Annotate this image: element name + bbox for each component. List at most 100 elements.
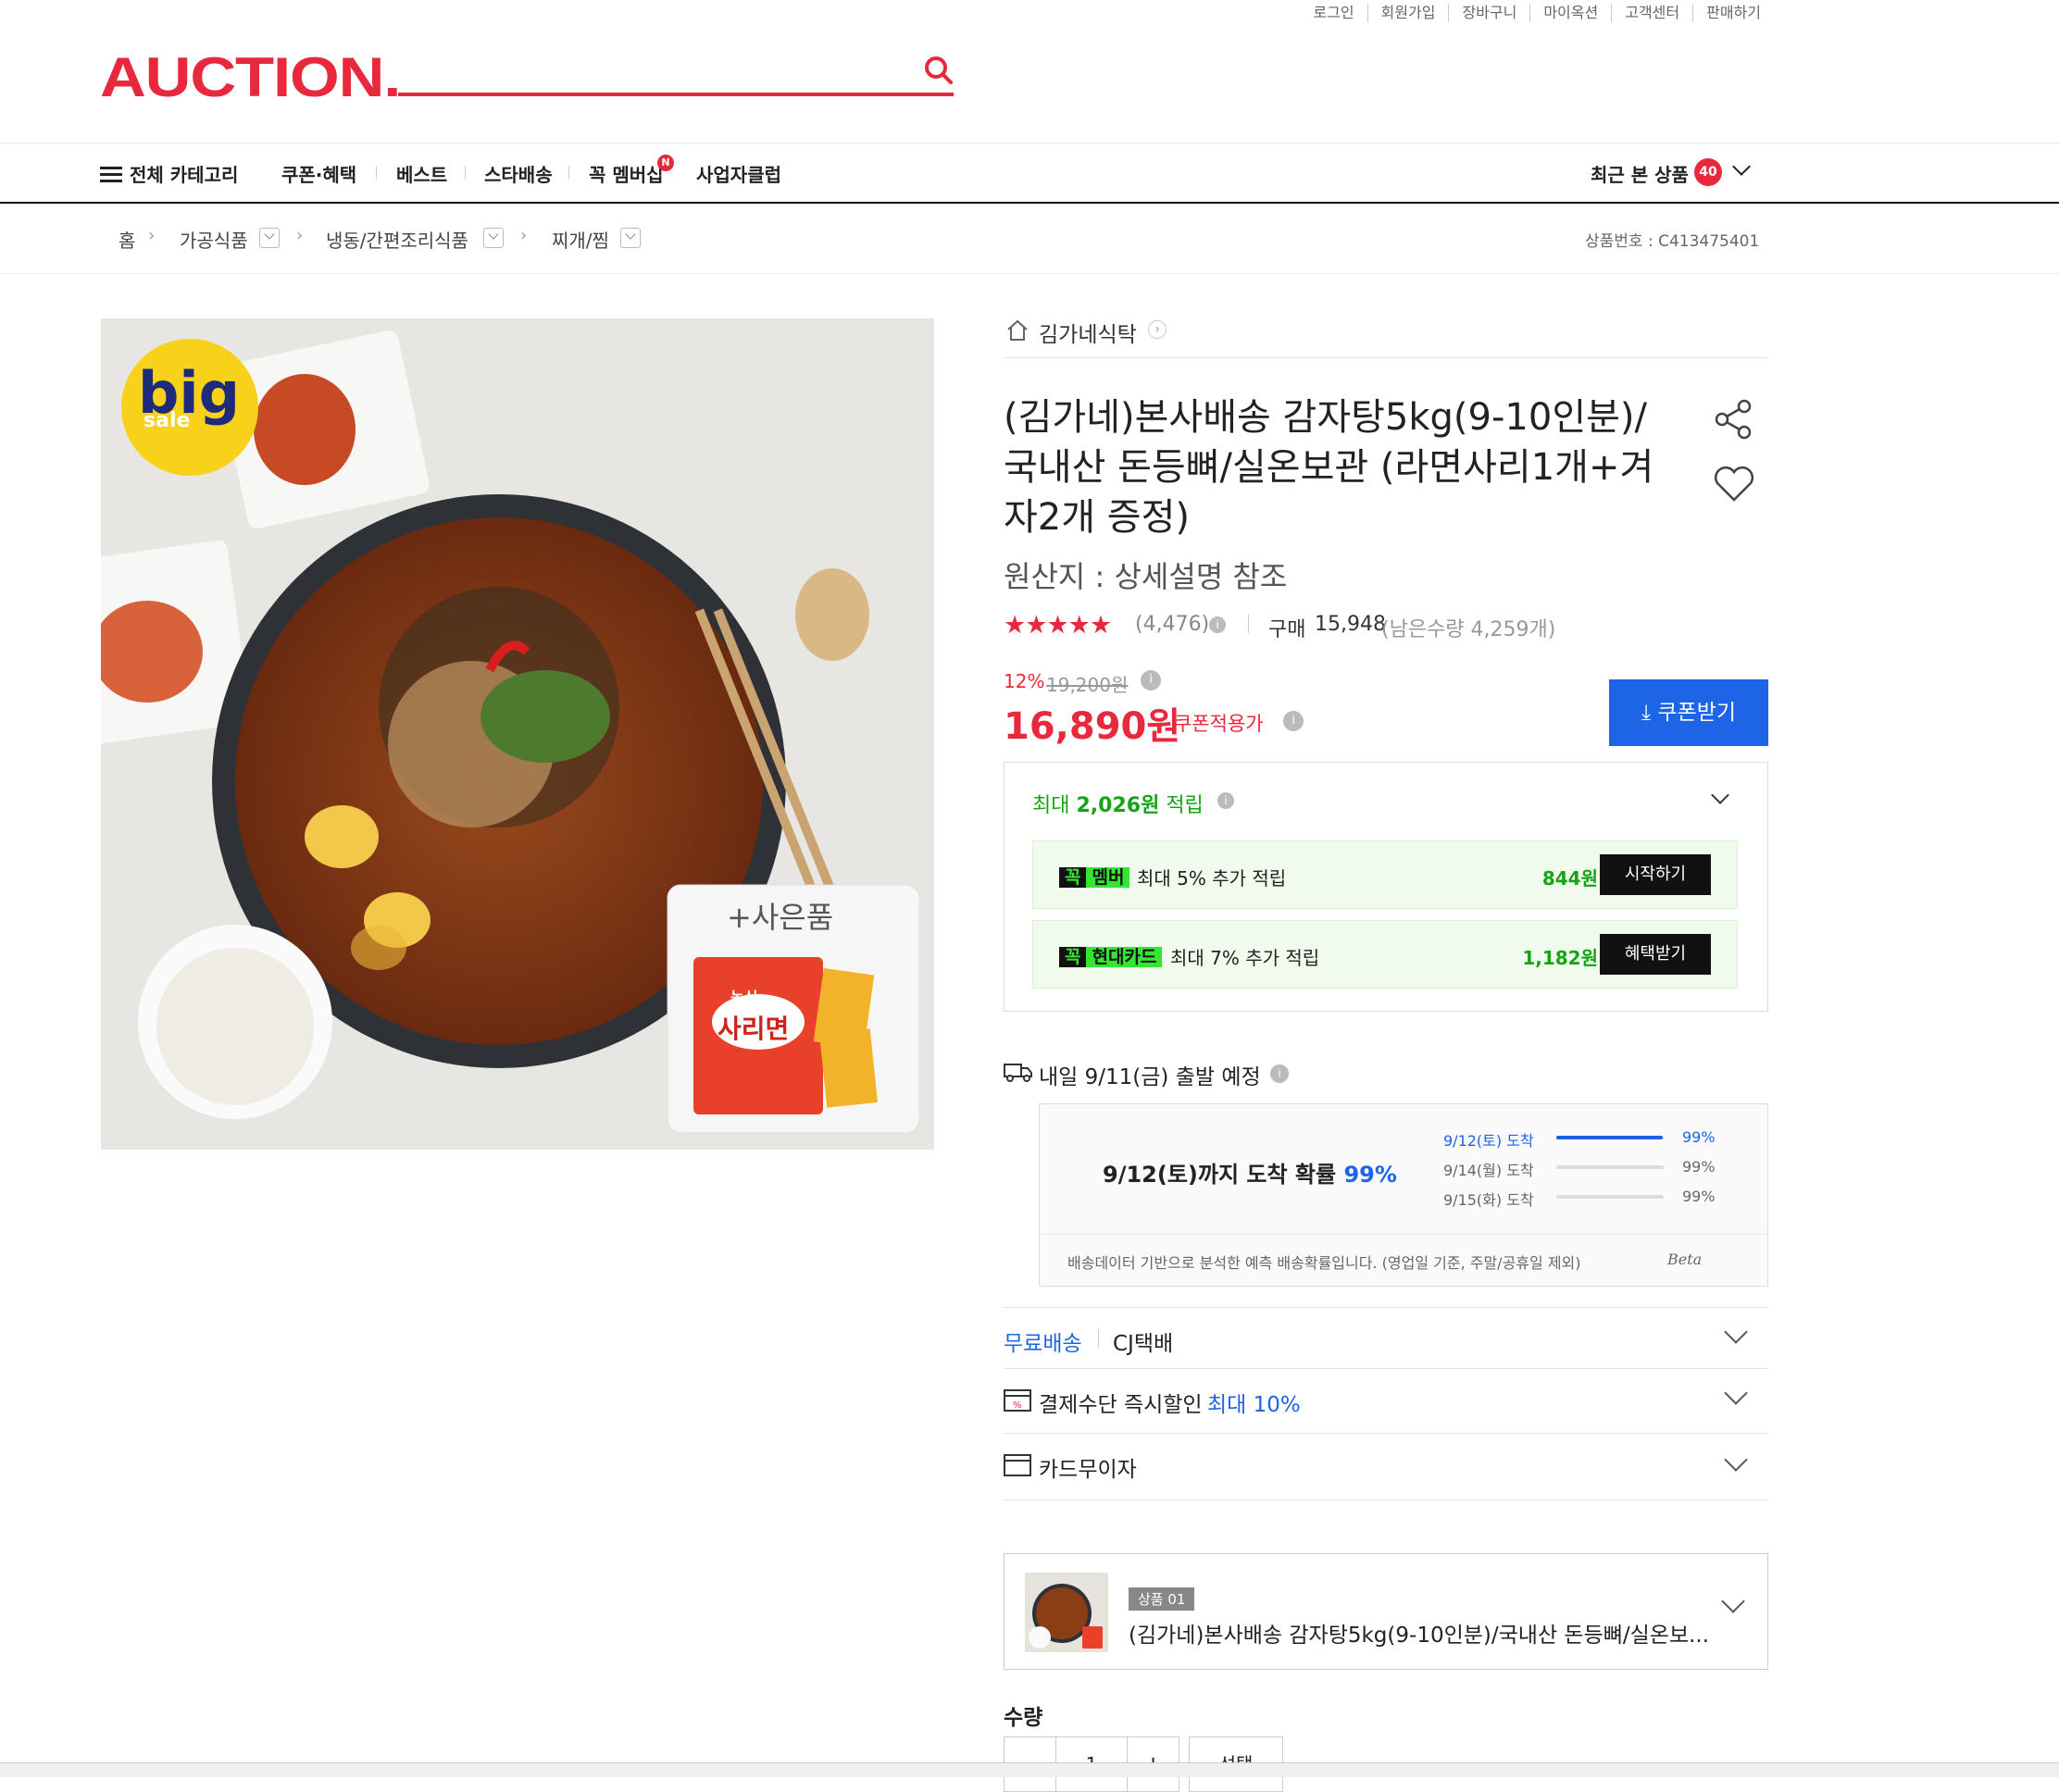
review-count[interactable]: (4,476) [1135, 613, 1209, 636]
info-icon[interactable]: i [1270, 1064, 1289, 1083]
nav-coupon[interactable]: 쿠폰·혜택 [281, 160, 356, 187]
util-link-2[interactable]: 장바구니 [1448, 4, 1529, 22]
sale-price: 16,890원 [1004, 705, 1181, 748]
arrival-bar-2 [1556, 1165, 1664, 1169]
free-shipping: 무료배송 [1004, 1332, 1082, 1356]
util-link-4[interactable]: 고객센터 [1611, 4, 1692, 22]
divider [1004, 1307, 1768, 1308]
arrival-bar-label-3: 9/15(화) 도착 [1443, 1191, 1534, 1209]
heart-icon[interactable] [1713, 465, 1755, 507]
search-input[interactable] [407, 56, 907, 91]
origin-info: 원산지 : 상세설명 참조 [1004, 559, 1288, 594]
breadcrumb-level-2[interactable]: 냉동/간편조리식품 [326, 226, 468, 253]
dropdown-icon[interactable] [620, 228, 641, 248]
noodle-brand: 농심 [730, 989, 758, 1006]
option-select[interactable]: 상품 01 (김가네)본사배송 감자탕5kg(9-10인분)/국내산 돈등뼈/실… [1004, 1553, 1768, 1670]
product-title: (김가네)본사배송 감자탕5kg(9-10인분)/국내산 돈등뼈/실온보관 (라… [1004, 396, 1654, 539]
recent-viewed-button[interactable]: 최근 본 상품 [1591, 160, 1689, 187]
payment-discount-highlight: 최대 10% [1207, 1393, 1301, 1417]
membership-start-button[interactable]: 시작하기 [1600, 854, 1711, 895]
search-underline [398, 93, 954, 96]
breadcrumb-level-1[interactable]: 가공식품 [180, 226, 248, 253]
util-link-1[interactable]: 회원가입 [1366, 4, 1449, 22]
main-nav: 전체 카테고리 쿠폰·혜택 베스트 스타배송 꼭 멤버십 N 사업자클럽 최근 … [0, 143, 2059, 204]
divider [1004, 357, 1768, 358]
hamburger-icon [100, 167, 122, 182]
info-icon[interactable]: i [1141, 670, 1161, 691]
payment-discount-label: 결제수단 즉시할인 [1039, 1393, 1203, 1417]
nav-best[interactable]: 베스트 [396, 160, 447, 187]
chevron-down-icon[interactable] [1711, 786, 1729, 804]
info-icon[interactable]: i [1217, 792, 1234, 809]
chevron-right-icon[interactable]: › [1148, 320, 1167, 339]
info-icon[interactable]: i [1283, 711, 1304, 731]
points-max-prefix: 최대 [1032, 794, 1070, 817]
separator [1098, 1329, 1099, 1348]
arrival-bar-fill-1 [1556, 1136, 1663, 1139]
original-price: 19,200원 [1046, 674, 1129, 696]
util-link-5[interactable]: 판매하기 [1692, 4, 1774, 22]
util-link-3[interactable]: 마이옥션 [1529, 4, 1611, 22]
chevron-down-icon[interactable] [1721, 1589, 1745, 1613]
util-link-0[interactable]: 로그인 [1300, 4, 1366, 22]
stock-remaining: (남은수량 4,259개) [1381, 618, 1556, 641]
tag-hyundaicard: 현대카드 [1086, 947, 1163, 967]
divider [1040, 1234, 1767, 1235]
rating-stars: ★★★★★ [1004, 611, 1112, 640]
membership-amount: 844원 [1541, 867, 1598, 890]
nav-separator [376, 166, 377, 179]
arrival-summary: 9/12(토)까지 도착 확률 99% [1103, 1156, 1397, 1188]
nav-business-club[interactable]: 사업자클럽 [696, 160, 781, 187]
chevron-down-icon[interactable] [1732, 157, 1751, 176]
option-tag: 상품 01 [1129, 1587, 1195, 1611]
chevron-down-icon[interactable] [1724, 1320, 1748, 1344]
breadcrumb-home[interactable]: 홈 [119, 226, 135, 253]
points-max-amount: 2,026원 [1076, 794, 1160, 817]
product-photo [101, 318, 934, 1150]
payment-discount-icon: % [1004, 1388, 1031, 1416]
arrival-bar-pct-2: 99% [1682, 1158, 1716, 1176]
auction-logo[interactable]: AUCTION. [100, 50, 401, 106]
purchase-label: 구매 [1268, 618, 1306, 641]
noodle-name: 사리면 [718, 1014, 790, 1044]
dropdown-icon[interactable] [259, 228, 280, 248]
share-icon[interactable] [1713, 398, 1755, 444]
separator [1248, 615, 1249, 633]
installment-label: 카드무이자 [1039, 1458, 1137, 1482]
chevron-right-icon: › [148, 226, 156, 245]
arrival-prefix: 9/12(토)까지 도착 확률 [1103, 1162, 1337, 1188]
chevron-right-icon: › [520, 226, 528, 245]
product-number: 상품번호 : C413475401 [1585, 232, 1760, 251]
card-tag: 꼭 현대카드 [1059, 943, 1163, 968]
arrival-bar-label-2: 9/14(월) 도착 [1443, 1162, 1534, 1179]
info-icon[interactable]: i [1209, 616, 1226, 633]
tag-member: 멤버 [1086, 867, 1130, 888]
purchase-count: 15,948 [1315, 613, 1386, 636]
search-icon[interactable] [922, 54, 955, 87]
coupon-download-button[interactable]: ⤓ 쿠폰받기 [1609, 679, 1768, 746]
point-row-card: 꼭 현대카드 최대 7% 추가 적립 1,182원 혜택받기 [1032, 920, 1738, 989]
coupon-button-label: 쿠폰받기 [1657, 701, 1737, 725]
home-icon [1005, 318, 1030, 346]
download-icon: ⤓ [1641, 701, 1652, 725]
breadcrumb-level-3[interactable]: 찌개/찜 [552, 226, 609, 253]
gift-label: +사은품 [727, 900, 834, 935]
nav-separator [465, 166, 466, 179]
nav-star-delivery[interactable]: 스타배송 [484, 160, 553, 187]
card-benefit-button[interactable]: 혜택받기 [1600, 934, 1711, 975]
arrival-bar-label-1: 9/12(토) 도착 [1443, 1132, 1534, 1150]
truck-icon [1004, 1061, 1033, 1087]
all-category-button[interactable]: 전체 카테고리 [100, 160, 238, 187]
chevron-down-icon[interactable] [1724, 1448, 1748, 1472]
tag-ggok: 꼭 [1059, 867, 1087, 888]
product-image[interactable]: big sale +사은품 농심 사리면 [101, 318, 934, 1150]
recent-count-badge: 40 [1694, 158, 1722, 186]
chevron-right-icon: › [296, 226, 304, 245]
horizontal-scrollbar[interactable] [0, 1762, 2059, 1777]
seller-name[interactable]: 김가네식탁 [1039, 317, 1137, 348]
chevron-down-icon[interactable] [1724, 1381, 1748, 1405]
arrival-bar-3 [1556, 1195, 1664, 1199]
arrival-percentage: 99% [1343, 1162, 1397, 1188]
nav-membership[interactable]: 꼭 멤버십 [589, 160, 664, 187]
dropdown-icon[interactable] [483, 228, 504, 248]
